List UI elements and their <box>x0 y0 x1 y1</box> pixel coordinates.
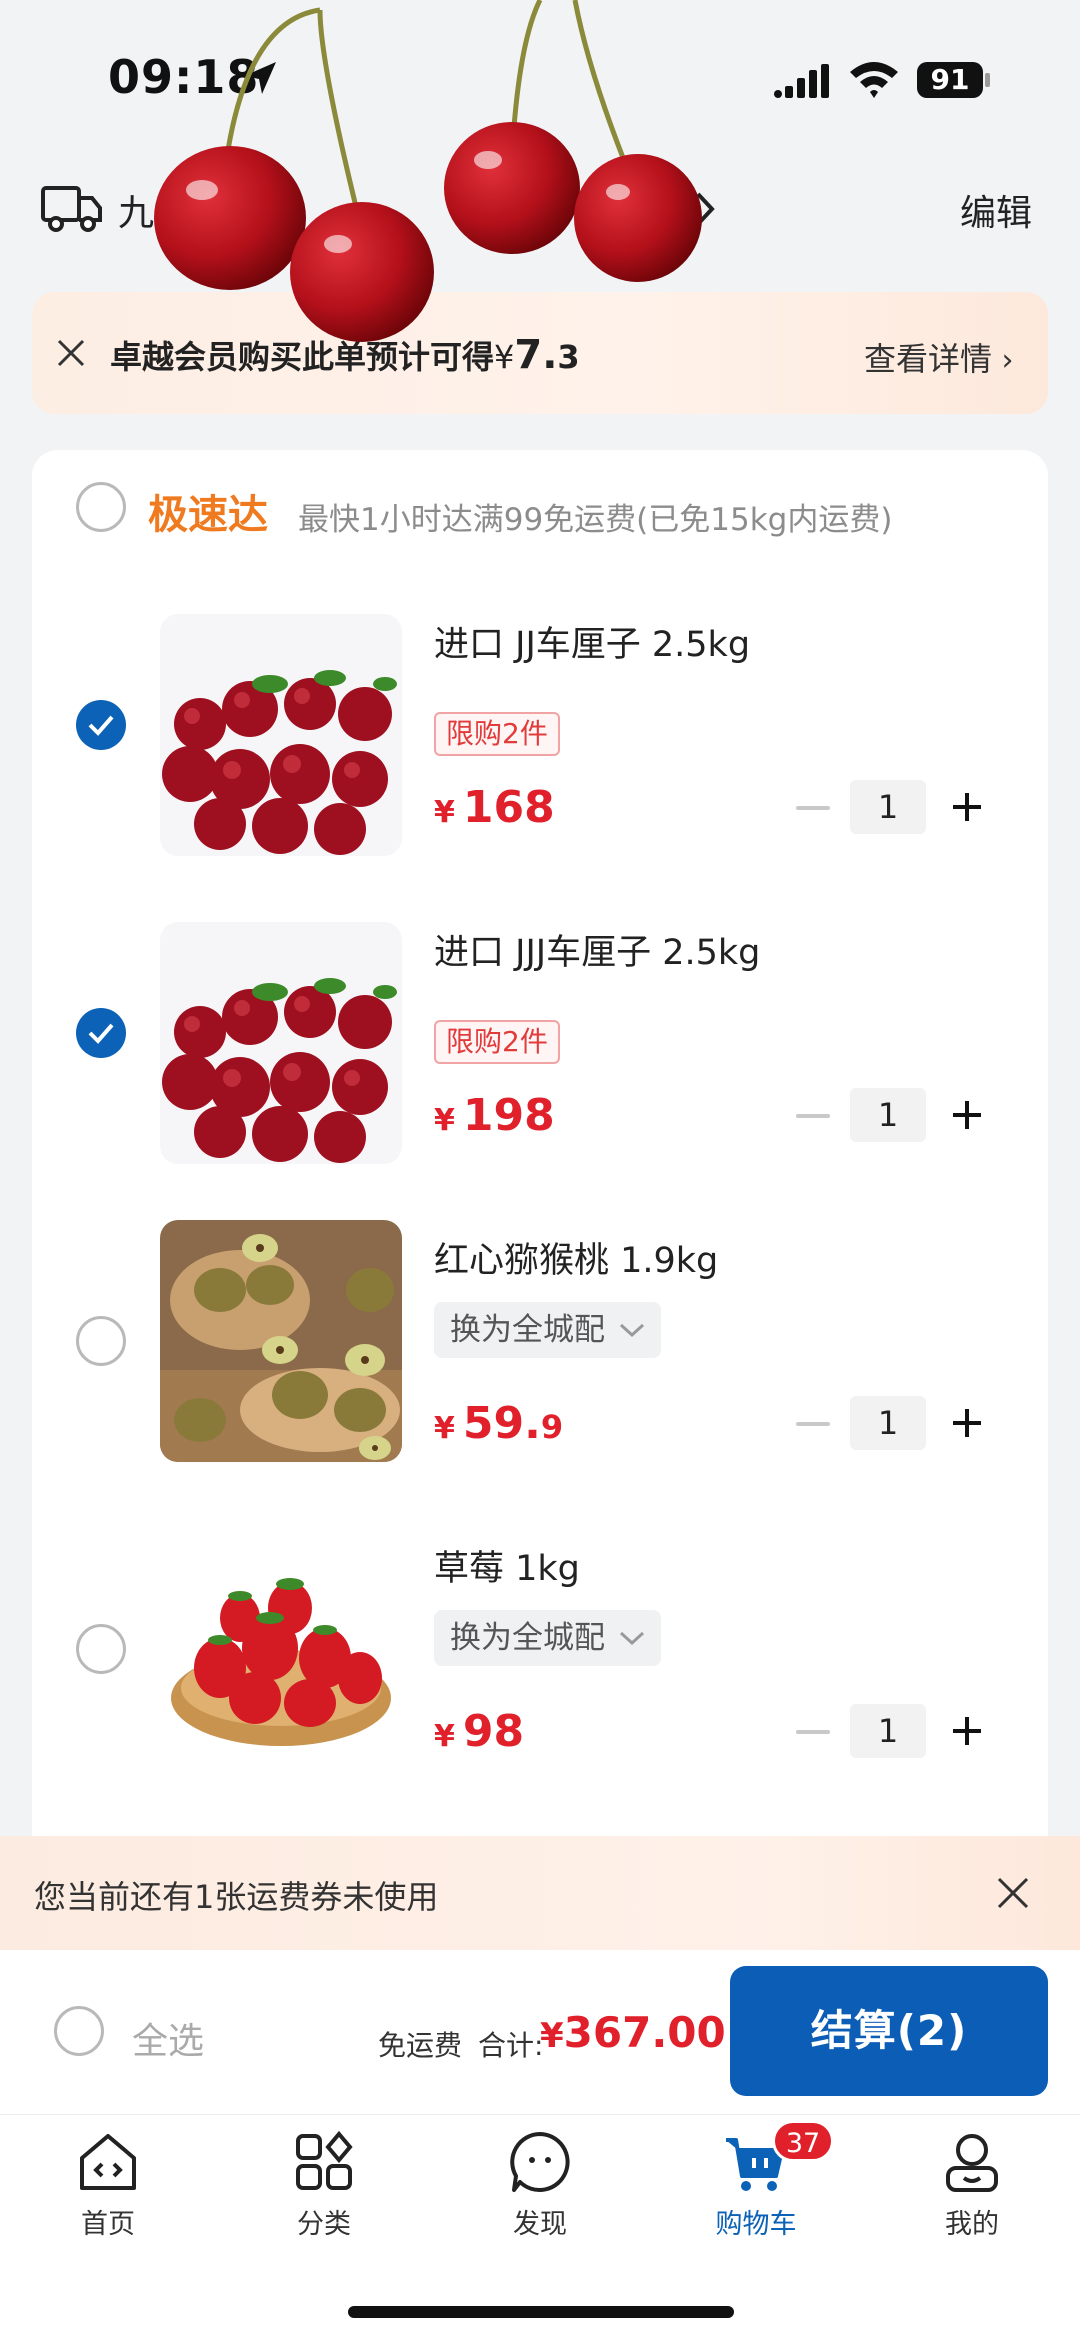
price-value: 198 <box>462 1090 555 1141</box>
purchase-limit-tag: 限购2件 <box>434 712 560 756</box>
section-title: 极速达 <box>148 492 268 538</box>
cherries-image <box>160 614 402 856</box>
view-details-link[interactable]: 查看详情 › <box>864 334 1014 380</box>
battery-level: 91 <box>930 63 970 96</box>
kiwi-image <box>160 1220 402 1462</box>
product-price: ¥59.9 <box>434 1398 563 1449</box>
item-select-checkbox[interactable] <box>76 700 126 750</box>
switch-delivery-dropdown[interactable]: 换为全城配 <box>434 1302 661 1358</box>
profile-icon <box>946 2134 998 2192</box>
view-details-label: 查看详情 <box>864 340 993 378</box>
decrease-qty-button[interactable] <box>796 1730 830 1734</box>
edit-button[interactable]: 编辑 <box>960 184 1032 236</box>
price-currency: ¥ <box>434 795 455 830</box>
tab-label: 分类 <box>297 2209 351 2240</box>
price-value: 98 <box>462 1706 525 1757</box>
decrease-qty-button[interactable] <box>796 1114 830 1118</box>
cellular-signal-icon <box>774 64 829 98</box>
tab-label: 购物车 <box>715 2209 797 2240</box>
tab-discover[interactable]: 发现 <box>470 2130 610 2241</box>
product-name[interactable]: 草莓 1kg <box>434 1540 580 1591</box>
quantity-stepper[interactable]: 1 <box>850 1396 926 1450</box>
decrease-qty-button[interactable] <box>796 1422 830 1426</box>
strawberry-image <box>160 1528 402 1770</box>
check-icon <box>88 715 114 736</box>
price-value: 59. <box>462 1398 541 1449</box>
delivery-truck-icon <box>41 186 102 232</box>
checkout-button[interactable]: 结算(2) <box>730 1966 1048 2096</box>
tab-label: 首页 <box>81 2209 135 2240</box>
tab-label: 我的 <box>945 2209 999 2240</box>
select-all-checkbox[interactable] <box>54 2006 104 2056</box>
chevron-down-icon <box>619 1631 645 1646</box>
quantity-stepper[interactable]: 1 <box>850 1088 926 1142</box>
wifi-icon <box>850 62 898 98</box>
price-decimal: 9 <box>540 1408 564 1446</box>
switch-delivery-label: 换为全城配 <box>450 1620 605 1656</box>
product-price: ¥168 <box>434 782 555 833</box>
price-value: 168 <box>462 782 555 833</box>
free-shipping-label: 免运费 <box>378 2029 463 2062</box>
item-select-checkbox[interactable] <box>76 1008 126 1058</box>
product-image-cherries[interactable] <box>160 922 402 1164</box>
total-value: 367.00 <box>563 2008 726 2057</box>
increase-qty-button[interactable] <box>950 790 984 824</box>
increase-qty-button[interactable] <box>950 1714 984 1748</box>
tab-category[interactable]: 分类 <box>254 2130 394 2241</box>
quantity-stepper[interactable]: 1 <box>850 780 926 834</box>
quantity-stepper[interactable]: 1 <box>850 1704 926 1758</box>
product-image-cherries[interactable] <box>160 614 402 856</box>
product-price: ¥198 <box>434 1090 555 1141</box>
product-name[interactable]: 进口 JJJ车厘子 2.5kg <box>434 924 760 975</box>
purchase-limit-tag: 限购2件 <box>434 1020 560 1064</box>
category-icon <box>296 2130 353 2190</box>
increase-qty-button[interactable] <box>950 1098 984 1132</box>
item-select-checkbox[interactable] <box>76 1316 126 1366</box>
price-currency: ¥ <box>434 1411 455 1446</box>
home-indicator[interactable] <box>348 2306 734 2318</box>
chevron-right-icon: › <box>992 343 1014 378</box>
switch-delivery-label: 换为全城配 <box>450 1312 605 1348</box>
home-icon <box>80 2134 136 2190</box>
price-currency: ¥ <box>434 1719 455 1754</box>
close-icon[interactable] <box>56 338 86 368</box>
discover-icon <box>510 2132 570 2192</box>
product-price: ¥98 <box>434 1706 524 1757</box>
price-currency: ¥ <box>434 1103 455 1138</box>
check-icon <box>88 1023 114 1044</box>
switch-delivery-dropdown[interactable]: 换为全城配 <box>434 1610 661 1666</box>
product-image-strawberry[interactable] <box>160 1528 402 1770</box>
product-name[interactable]: 红心猕猴桃 1.9kg <box>434 1232 718 1283</box>
decrease-qty-button[interactable] <box>796 806 830 810</box>
total-currency: ¥ <box>540 2016 564 2056</box>
total-label: 合计: <box>478 2029 544 2062</box>
item-select-checkbox[interactable] <box>76 1624 126 1674</box>
product-name[interactable]: 进口 JJ车厘子 2.5kg <box>434 616 750 667</box>
cherries-decoration <box>154 0 702 342</box>
tab-profile[interactable]: 我的 <box>902 2130 1042 2241</box>
product-image-kiwi[interactable] <box>160 1220 402 1462</box>
chevron-down-icon <box>619 1323 645 1338</box>
close-icon[interactable] <box>996 1876 1030 1910</box>
total-amount: ¥367.00 <box>540 2008 726 2057</box>
increase-qty-button[interactable] <box>950 1406 984 1440</box>
cart-count-badge: 37 <box>772 2120 834 2162</box>
tab-label: 发现 <box>513 2209 567 2240</box>
battery-indicator: 91 <box>916 60 992 100</box>
coupon-bar-text[interactable]: 您当前还有1张运费券未使用 <box>34 1872 438 1918</box>
tab-home[interactable]: 首页 <box>38 2130 178 2241</box>
section-note: 最快1小时达满99免运费(已免15kg内运费) <box>298 502 893 538</box>
select-all-label[interactable]: 全选 <box>132 2012 204 2064</box>
section-select-checkbox[interactable] <box>76 482 126 532</box>
cherries-image <box>160 922 402 1164</box>
